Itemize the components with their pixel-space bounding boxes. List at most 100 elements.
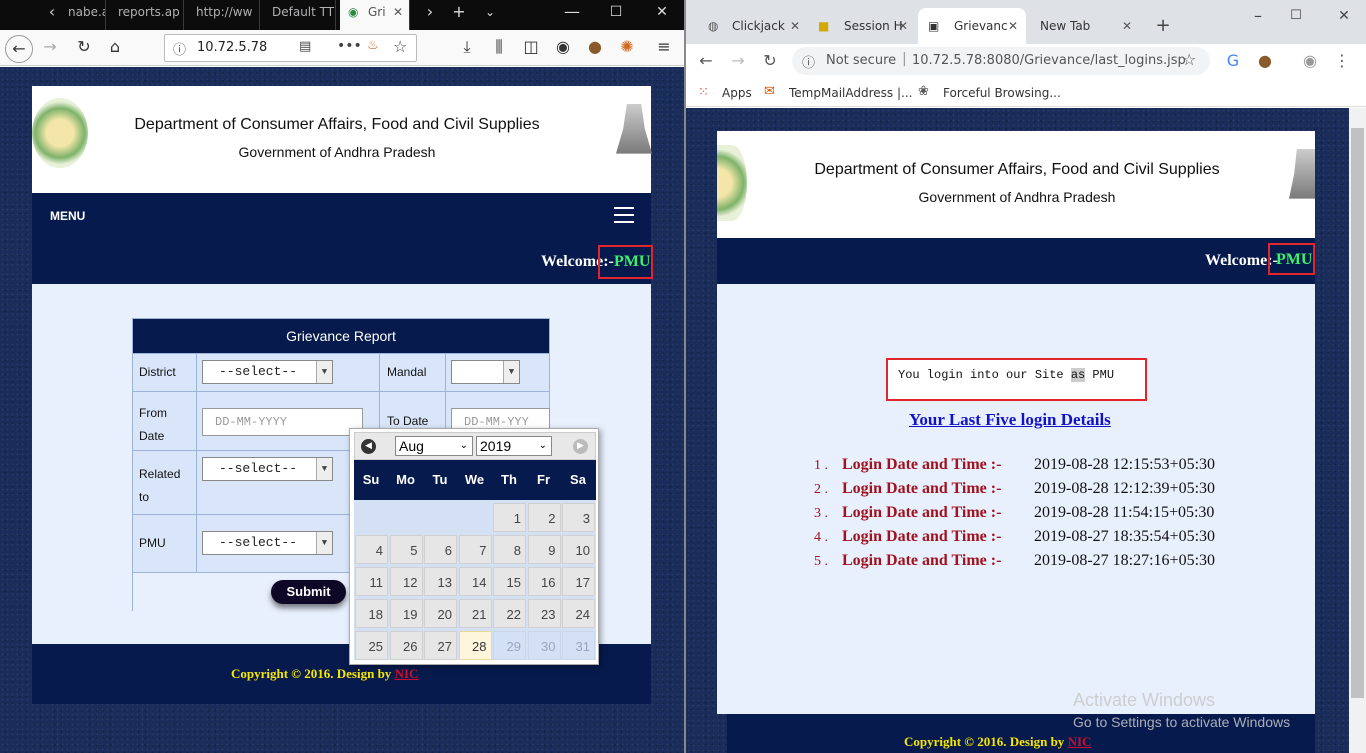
calendar-day[interactable]: 12 — [389, 567, 423, 596]
back-icon[interactable]: ← — [5, 35, 33, 63]
calendar-day[interactable]: 4 — [355, 535, 388, 564]
new-tab-icon[interactable]: + — [447, 0, 471, 24]
calendar-day[interactable]: 16 — [527, 567, 561, 596]
menu-icon[interactable]: ⋮ — [1330, 49, 1354, 73]
calendar-day[interactable]: 14 — [458, 567, 492, 596]
firefox-tab-3[interactable]: http://ww — [190, 0, 260, 30]
firefox-url-bar[interactable]: ⓘ 10.72.5.78 ▤ ••• ♨ ☆ — [164, 34, 417, 62]
calendar-day[interactable]: 21 — [458, 599, 492, 628]
firefox-tab-1[interactable]: nabe.a — [62, 0, 106, 30]
calendar-day[interactable]: 27 — [424, 631, 457, 660]
calendar-day[interactable]: 13 — [424, 567, 457, 596]
minimize-icon[interactable]: – — [1246, 4, 1270, 28]
extension-icon[interactable]: ✺ — [615, 35, 639, 59]
login-entry: 4 . Login Date and Time :- 2019-08-27 18:3… — [814, 528, 1215, 546]
prev-month-icon[interactable]: ◀ — [361, 439, 376, 454]
back-icon[interactable]: ← — [694, 49, 718, 73]
cookie-icon[interactable]: ● — [583, 35, 607, 59]
forward-icon[interactable]: → — [38, 35, 62, 59]
calendar-day[interactable]: 3 — [562, 503, 595, 532]
chrome-tab-2[interactable]: ■ Session H ✕ — [808, 8, 916, 44]
bookmark-apps[interactable]: Apps — [722, 86, 752, 100]
forward-icon[interactable]: → — [726, 49, 750, 73]
account-icon[interactable]: ◉ — [551, 35, 575, 59]
calendar-day[interactable]: 10 — [562, 535, 595, 564]
calendar-day[interactable]: 30 — [527, 631, 561, 660]
chevron-down-icon[interactable]: ⌄ — [478, 0, 502, 24]
bookmarks-bar: ⁙ Apps ✉ TempMailAddress |... ❀ Forceful… — [686, 80, 1366, 107]
reload-icon[interactable]: ↻ — [758, 49, 782, 73]
calendar-day[interactable]: 8 — [493, 535, 526, 564]
calendar-day[interactable]: 17 — [562, 567, 595, 596]
menu-icon[interactable]: ≡ — [652, 35, 676, 59]
maximize-icon[interactable]: ☐ — [604, 0, 628, 24]
calendar-day[interactable]: 25 — [355, 631, 388, 660]
calendar-day[interactable]: 5 — [389, 535, 423, 564]
calendar-day[interactable]: 23 — [527, 599, 561, 628]
pmu-select[interactable]: --select-- ▼ — [202, 531, 333, 555]
calendar-day[interactable]: 6 — [424, 535, 457, 564]
bookmark-star-icon[interactable]: ☆ — [393, 37, 407, 56]
calendar-day[interactable]: 2 — [527, 503, 561, 532]
cookie-icon[interactable]: ● — [1253, 49, 1277, 73]
bookmark-tempmail[interactable]: TempMailAddress |... — [789, 86, 912, 100]
calendar-day[interactable]: 9 — [527, 535, 561, 564]
last-logins-heading[interactable]: Your Last Five login Details — [909, 410, 1111, 430]
chrome-url-bar[interactable]: ⓘ Not secure | 10.72.5.78:8080/Grievance… — [792, 47, 1210, 75]
profile-icon[interactable]: ◉ — [1298, 49, 1322, 73]
next-month-icon[interactable]: ▶ — [573, 439, 588, 454]
reload-icon[interactable]: ↻ — [72, 35, 96, 59]
firefox-tab-active[interactable]: Gri ◉ ✕ — [340, 0, 410, 30]
calendar-day[interactable]: 31 — [562, 631, 595, 660]
calendar-day[interactable]: 19 — [389, 599, 423, 628]
firefox-tab-2[interactable]: reports.ap — [112, 0, 184, 30]
year-select[interactable]: 2019 ⌄ — [476, 436, 552, 456]
translate-icon[interactable]: G — [1221, 49, 1245, 73]
close-tab-icon[interactable]: ✕ — [393, 0, 403, 24]
hamburger-icon[interactable] — [614, 207, 634, 223]
submit-button[interactable]: Submit — [271, 580, 346, 604]
related-to-select[interactable]: --select-- ▼ — [202, 457, 333, 481]
mandal-select[interactable]: ▼ — [451, 360, 520, 384]
calendar-day[interactable]: 22 — [493, 599, 526, 628]
calendar-day[interactable]: 18 — [355, 599, 388, 628]
calendar-day[interactable]: 24 — [562, 599, 595, 628]
calendar-day[interactable]: 26 — [389, 631, 423, 660]
firefox-tab-4[interactable]: Default TT — [266, 0, 336, 30]
downloads-icon[interactable]: ⤓ — [455, 35, 479, 59]
chrome-tab-active[interactable]: ▣ Grievanc ✕ — [918, 8, 1026, 44]
calendar-day[interactable]: 20 — [424, 599, 457, 628]
bookmark-star-icon[interactable]: ☆ — [1182, 50, 1196, 69]
district-select[interactable]: --select-- ▼ — [202, 360, 333, 384]
calendar-day[interactable]: 28 — [458, 631, 492, 660]
calendar-day[interactable]: 1 — [493, 503, 526, 532]
tab-scroll-right-icon[interactable]: › — [418, 0, 442, 24]
home-icon[interactable]: ⌂ — [103, 35, 127, 59]
maximize-icon[interactable]: ☐ — [1284, 4, 1308, 28]
calendar-day[interactable]: 29 — [493, 631, 526, 660]
month-select[interactable]: Aug ⌄ — [395, 436, 473, 456]
from-date-input[interactable]: DD-MM-YYYY — [202, 408, 363, 436]
reader-view-icon[interactable]: ▤ — [299, 39, 311, 54]
chrome-tab-1[interactable]: ◍ Clickjack ✕ — [696, 8, 808, 44]
not-secure-label[interactable]: Not secure — [826, 53, 896, 68]
library-icon[interactable]: ⫼ — [487, 35, 511, 59]
page-actions-icon[interactable]: ••• — [337, 38, 362, 54]
close-window-icon[interactable]: ✕ — [650, 0, 674, 24]
nic-link[interactable]: NIC — [395, 666, 419, 681]
menu-label[interactable]: MENU — [50, 209, 85, 223]
calendar-day[interactable]: 11 — [355, 567, 388, 596]
close-window-icon[interactable]: ✕ — [1332, 4, 1356, 28]
lock-tab-icon: ■ — [818, 19, 830, 33]
calendar-day[interactable]: 7 — [458, 535, 492, 564]
tab-scroll-left-icon[interactable]: ‹ — [40, 0, 64, 24]
chrome-tab-4[interactable]: New Tab ✕ — [1028, 8, 1140, 44]
scrollbar[interactable] — [1349, 108, 1366, 753]
nic-link[interactable]: NIC — [1068, 734, 1092, 749]
minimize-icon[interactable]: — — [560, 0, 584, 24]
sidebar-icon[interactable]: ◫ — [519, 35, 543, 59]
calendar-day[interactable]: 15 — [493, 567, 526, 596]
java-icon[interactable]: ♨ — [367, 38, 379, 53]
new-tab-icon[interactable]: + — [1151, 14, 1175, 38]
bookmark-forceful[interactable]: Forceful Browsing... — [943, 86, 1061, 100]
